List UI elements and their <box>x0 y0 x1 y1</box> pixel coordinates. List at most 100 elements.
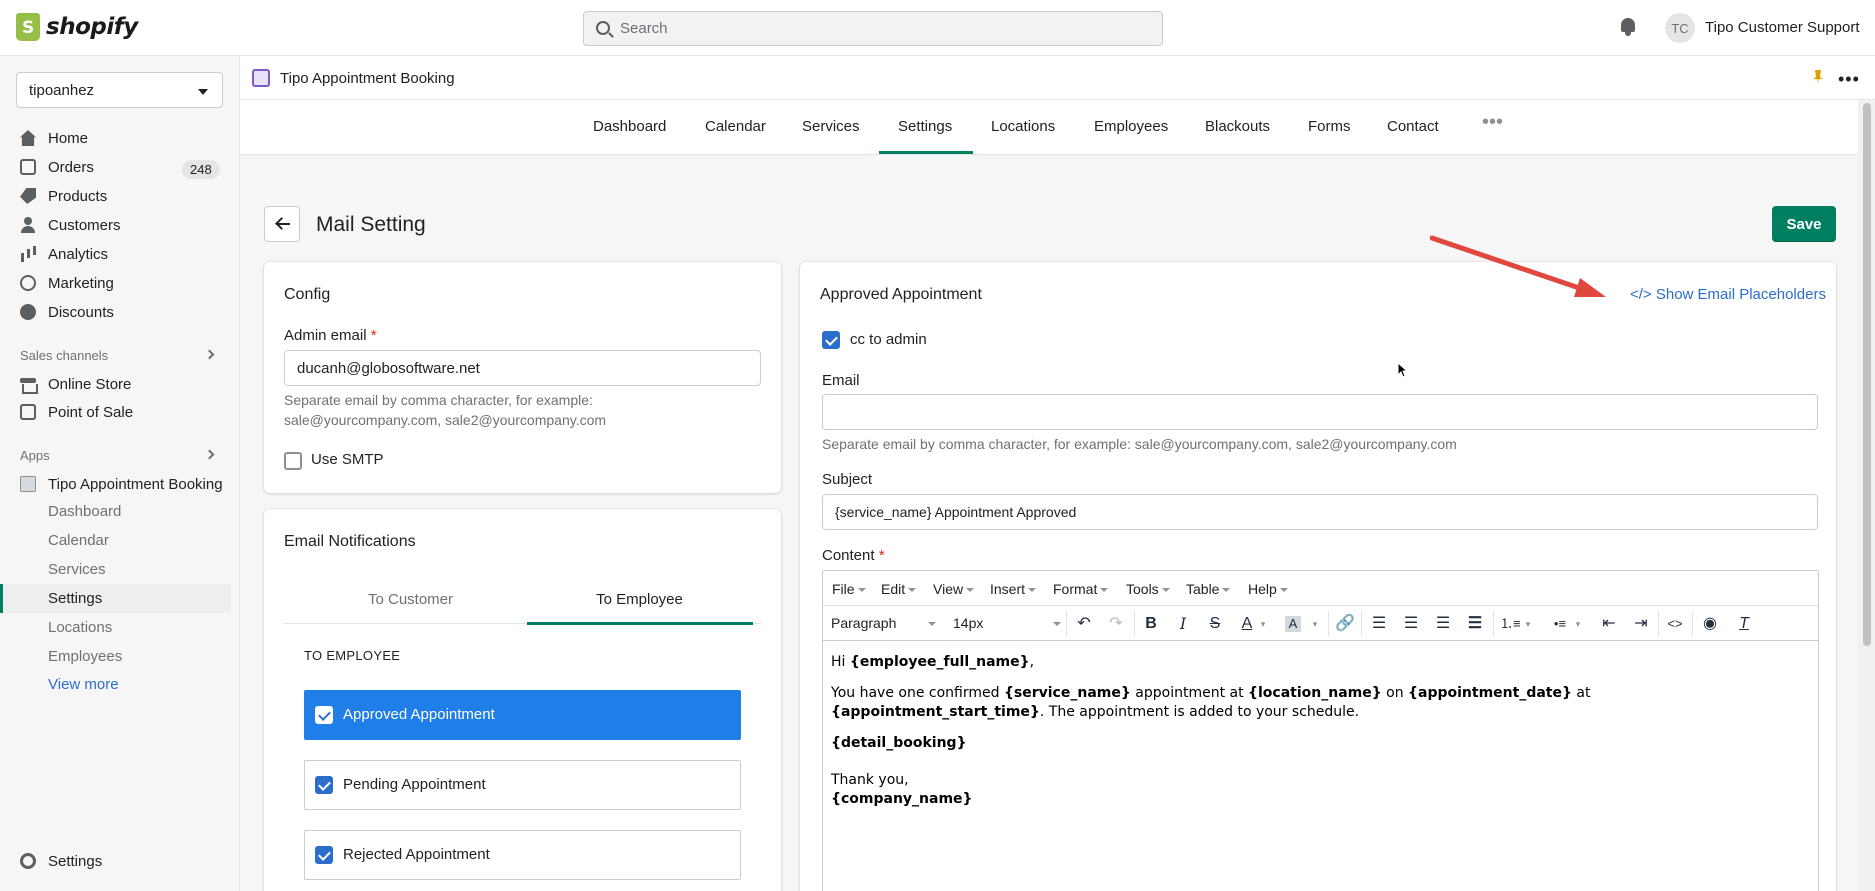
align-right-icon[interactable]: ☰ <box>1433 614 1453 634</box>
menu-tools[interactable]: Tools <box>1126 581 1170 597</box>
rich-text-editor[interactable]: File Edit View Insert Format Tools Table… <box>822 570 1819 891</box>
italic-icon[interactable]: I <box>1173 614 1193 634</box>
pending-checkbox[interactable] <box>315 776 333 794</box>
strikethrough-icon[interactable]: S <box>1205 614 1225 634</box>
sidebar-subitem-dashboard[interactable]: Dashboard <box>48 503 121 520</box>
sidebar-item-discounts[interactable]: Discounts <box>20 300 114 324</box>
notification-approved-appointment[interactable]: Approved Appointment <box>304 690 741 740</box>
avatar[interactable]: TC <box>1665 13 1695 43</box>
notification-rejected-appointment[interactable]: Rejected Appointment <box>304 830 741 880</box>
background-color-icon[interactable]: A <box>1285 616 1301 632</box>
align-left-icon[interactable]: ☰ <box>1369 614 1389 634</box>
show-email-placeholders-link[interactable]: </> Show Email Placeholders <box>1630 286 1826 303</box>
notification-label: Pending Appointment <box>343 776 486 793</box>
back-button[interactable] <box>264 206 300 242</box>
admin-email-field[interactable]: ducanh@globosoftware.net <box>284 350 761 386</box>
tab-to-customer[interactable]: To Customer <box>294 591 527 608</box>
pos-icon <box>20 404 36 420</box>
bar-chart-icon <box>20 246 36 262</box>
outdent-icon[interactable]: ⇤ <box>1599 614 1619 634</box>
shopify-logo[interactable]: shopify <box>16 13 138 41</box>
menu-edit[interactable]: Edit <box>881 581 917 597</box>
tab-to-employee[interactable]: To Employee <box>523 591 756 608</box>
more-horizontal-icon[interactable]: ••• <box>1838 70 1860 88</box>
tab-settings[interactable]: Settings <box>898 118 952 135</box>
menu-format[interactable]: Format <box>1053 581 1109 597</box>
subject-field[interactable]: {service_name} Appointment Approved <box>822 494 1818 530</box>
indent-icon[interactable]: ⇥ <box>1631 614 1651 634</box>
bullet-list-icon[interactable]: •≡ <box>1550 614 1570 634</box>
app-icon <box>252 69 270 87</box>
sidebar-item-analytics[interactable]: Analytics <box>20 242 108 266</box>
email-label: Email <box>822 372 860 389</box>
tab-calendar[interactable]: Calendar <box>705 118 766 135</box>
email-field[interactable] <box>822 394 1818 430</box>
search-icon <box>596 21 610 35</box>
sidebar-item-customers[interactable]: Customers <box>20 213 121 237</box>
bell-icon[interactable] <box>1619 17 1637 37</box>
sidebar-item-tipo-app[interactable]: Tipo Appointment Booking <box>20 472 223 496</box>
store-selector[interactable]: tipoanhez <box>16 72 223 108</box>
sidebar-subitem-settings[interactable]: Settings <box>48 590 102 607</box>
use-smtp-checkbox[interactable] <box>284 452 302 470</box>
menu-insert[interactable]: Insert <box>990 581 1037 597</box>
search-input[interactable]: Search <box>583 11 1163 46</box>
redo-icon[interactable]: ↷ <box>1106 614 1126 634</box>
save-button[interactable]: Save <box>1772 206 1836 242</box>
sidebar-item-products[interactable]: Products <box>20 184 107 208</box>
tab-forms[interactable]: Forms <box>1308 118 1351 135</box>
align-center-icon[interactable]: ☰ <box>1401 614 1421 634</box>
approved-checkbox[interactable] <box>315 706 333 724</box>
active-subitem-indicator <box>0 584 3 613</box>
sidebar-subitem-employees[interactable]: Employees <box>48 648 122 665</box>
sidebar-subitem-calendar[interactable]: Calendar <box>48 532 109 549</box>
cc-admin-checkbox[interactable] <box>822 331 840 349</box>
undo-icon[interactable]: ↶ <box>1074 614 1094 634</box>
tabs-more-icon[interactable]: ••• <box>1482 112 1503 132</box>
tab-employees[interactable]: Employees <box>1094 118 1168 135</box>
menu-file[interactable]: File <box>832 581 866 597</box>
mouse-cursor <box>1397 362 1409 378</box>
sidebar-item-label: Home <box>48 129 89 147</box>
source-code-icon[interactable]: <> <box>1665 614 1685 634</box>
user-name[interactable]: Tipo Customer Support <box>1705 19 1860 36</box>
tab-dashboard[interactable]: Dashboard <box>593 118 666 135</box>
sidebar-item-point-of-sale[interactable]: Point of Sale <box>20 400 133 424</box>
background-color-caret-icon[interactable]: ▾ <box>1305 614 1325 634</box>
view-more-link[interactable]: View more <box>48 676 119 693</box>
bullet-list-caret-icon[interactable]: ▾ <box>1568 614 1588 634</box>
numbered-list-caret-icon[interactable]: ▾ <box>1518 614 1538 634</box>
tab-services[interactable]: Services <box>802 118 860 135</box>
tab-blackouts[interactable]: Blackouts <box>1205 118 1270 135</box>
menu-view[interactable]: View <box>933 581 975 597</box>
editor-content[interactable]: Hi {employee_full_name}, You have one co… <box>831 653 1801 821</box>
sidebar-item-label: Settings <box>48 852 103 870</box>
font-size-select[interactable]: 14px <box>953 615 1062 631</box>
block-format-select[interactable]: Paragraph <box>831 615 937 631</box>
text-color-caret-icon[interactable]: ▾ <box>1253 614 1273 634</box>
pin-icon[interactable] <box>1813 70 1823 84</box>
sidebar-item-marketing[interactable]: Marketing <box>20 271 114 295</box>
link-icon[interactable]: 🔗 <box>1335 614 1355 634</box>
menu-help[interactable]: Help <box>1248 581 1288 597</box>
preview-eye-icon[interactable]: ◉ <box>1700 614 1720 634</box>
detail-booking-line: {detail_booking} <box>831 735 967 751</box>
active-tab-indicator <box>879 151 973 154</box>
tab-contact[interactable]: Contact <box>1387 118 1439 135</box>
tag-icon <box>20 188 36 204</box>
tab-locations[interactable]: Locations <box>991 118 1055 135</box>
sidebar-item-settings[interactable]: Settings <box>20 849 102 873</box>
notification-pending-appointment[interactable]: Pending Appointment <box>304 760 741 810</box>
sidebar-item-home[interactable]: Home <box>20 126 88 150</box>
rejected-checkbox[interactable] <box>315 846 333 864</box>
sidebar-subitem-locations[interactable]: Locations <box>48 619 112 636</box>
sidebar-item-online-store[interactable]: Online Store <box>20 372 131 396</box>
menu-table[interactable]: Table <box>1186 581 1231 597</box>
bold-icon[interactable]: B <box>1141 614 1161 634</box>
align-justify-icon[interactable]: ☰ <box>1465 614 1485 634</box>
sidebar-item-orders[interactable]: Orders <box>20 155 94 179</box>
sidebar-subitem-services[interactable]: Services <box>48 561 106 578</box>
scrollbar-thumb[interactable] <box>1863 103 1871 646</box>
clear-formatting-icon[interactable]: T <box>1734 614 1754 634</box>
numbered-list-icon[interactable]: ⒈≡ <box>1500 614 1521 634</box>
